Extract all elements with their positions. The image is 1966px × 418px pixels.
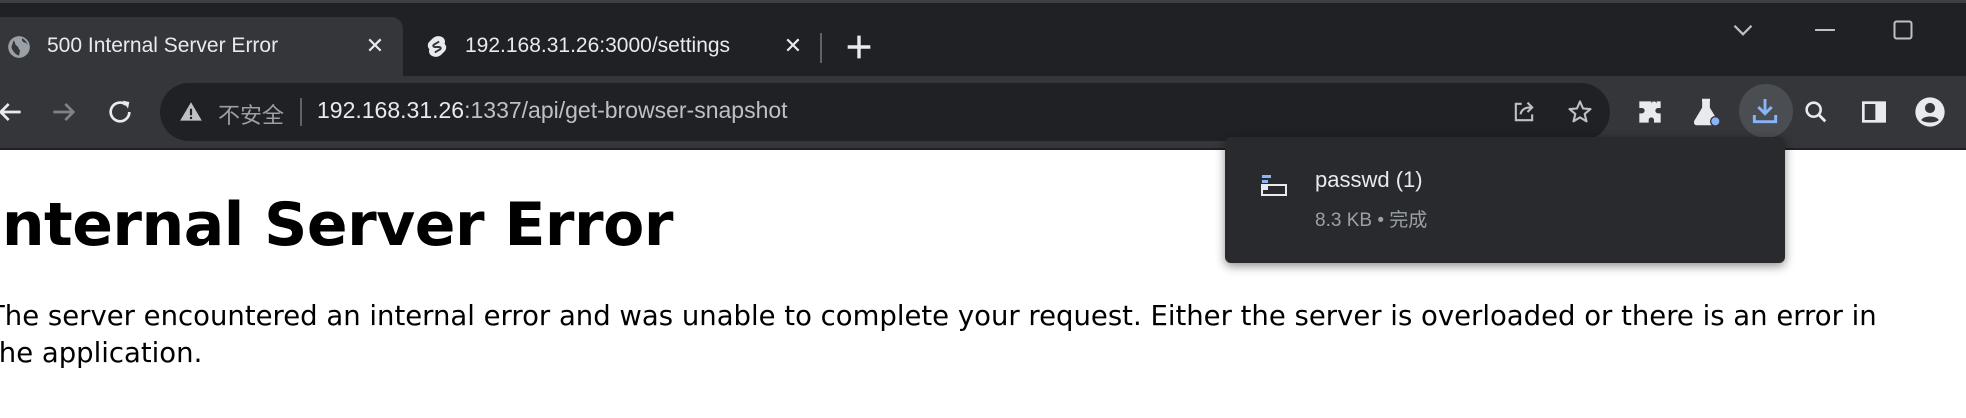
bookmark-star-icon[interactable] [1566, 98, 1594, 126]
share-icon[interactable] [1510, 98, 1538, 126]
labs-flask-icon[interactable] [1690, 96, 1722, 128]
url-host: 192.168.31.26 [317, 97, 465, 123]
security-label[interactable]: 不安全 [218, 98, 284, 130]
url-path: :1337/api/get-browser-snapshot [464, 97, 788, 123]
download-icon[interactable] [1749, 95, 1781, 127]
file-icon [1261, 175, 1287, 196]
page-title: Internal Server Error [0, 190, 673, 260]
tab-title: 500 Internal Server Error [47, 34, 279, 57]
forward-icon[interactable] [48, 96, 80, 128]
search-icon[interactable] [1802, 98, 1830, 126]
download-file-name[interactable]: passwd (1) [1315, 167, 1423, 193]
download-status: 8.3 KB • 完成 [1315, 210, 1428, 231]
reload-icon[interactable] [104, 96, 136, 128]
close-tab-button[interactable]: ✕ [360, 32, 390, 62]
tab-divider [820, 33, 822, 63]
profile-avatar-icon[interactable] [1914, 96, 1946, 128]
globe-icon [8, 36, 30, 58]
address-bar[interactable]: 不安全 192.168.31.26:1337/api/get-browser-s… [160, 83, 1610, 141]
back-icon[interactable] [0, 96, 26, 128]
tab-strip: 500 Internal Server Error ✕ 192.168.31.2… [0, 0, 1966, 79]
not-secure-warning-icon[interactable] [178, 99, 204, 125]
tab-internal-server-error[interactable]: 500 Internal Server Error ✕ [0, 17, 403, 79]
extensions-puzzle-icon[interactable] [1634, 96, 1666, 128]
error-message: The server encountered an internal error… [0, 300, 1877, 369]
new-tab-button[interactable] [842, 30, 876, 64]
minimize-icon[interactable] [1808, 13, 1842, 47]
close-tab-button[interactable]: ✕ [778, 32, 808, 62]
side-panel-icon[interactable] [1858, 96, 1890, 128]
tab-search-chevron-icon[interactable] [1726, 13, 1760, 47]
svelte-icon [427, 36, 447, 57]
tab-settings[interactable]: 192.168.31.26:3000/settings ✕ [406, 17, 816, 79]
url-text[interactable]: 192.168.31.26:1337/api/get-browser-snaps… [317, 97, 788, 124]
tab-title: 192.168.31.26:3000/settings [465, 34, 731, 57]
omnibox-divider [300, 98, 302, 126]
maximize-icon[interactable] [1886, 13, 1920, 47]
download-bubble: passwd (1) 8.3 KB • 完成 [1225, 137, 1785, 263]
